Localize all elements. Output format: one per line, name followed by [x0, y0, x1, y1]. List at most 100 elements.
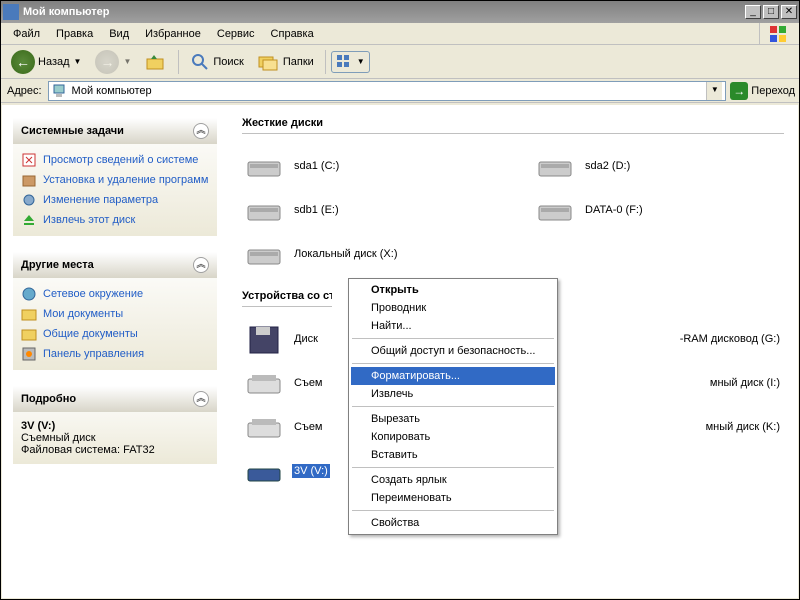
hdd-icon [535, 148, 575, 184]
hdd-icon [244, 148, 284, 184]
panel-header-tasks[interactable]: Системные задачи ︽ [13, 118, 217, 144]
hdd-icon [244, 192, 284, 228]
menu-edit[interactable]: Правка [48, 26, 101, 42]
ctx-sharing[interactable]: Общий доступ и безопасность... [351, 342, 555, 360]
task-system-info[interactable]: Просмотр сведений о системе [21, 150, 209, 170]
views-icon [336, 54, 352, 70]
chevron-down-icon[interactable]: ▼ [74, 57, 82, 66]
panel-other-places: Другие места ︽ Сетевое окружение Мои док… [12, 251, 218, 371]
search-icon [190, 52, 210, 72]
details-name: 3V (V:) [21, 420, 209, 432]
info-icon [21, 152, 37, 168]
panel-details: Подробно ︽ 3V (V:) Съемный диск Файловая… [12, 385, 218, 465]
removable-icon [244, 409, 284, 445]
folders-icon [258, 52, 280, 72]
setting-icon [21, 192, 37, 208]
menu-file[interactable]: Файл [5, 26, 48, 42]
folder-icon [21, 326, 37, 342]
menu-help[interactable]: Справка [263, 26, 322, 42]
folder-up-icon [145, 51, 167, 73]
ctx-cut[interactable]: Вырезать [351, 410, 555, 428]
place-control-panel[interactable]: Панель управления [21, 344, 209, 364]
address-input[interactable]: Мой компьютер ▼ [48, 81, 727, 101]
folders-button[interactable]: Папки [252, 48, 320, 76]
sidebar: Системные задачи ︽ Просмотр сведений о с… [2, 105, 228, 598]
drive-item[interactable]: мный диск (I:) [533, 363, 784, 403]
panel-header-other[interactable]: Другие места ︽ [13, 252, 217, 278]
ctx-find[interactable]: Найти... [351, 317, 555, 335]
removable-icon [244, 453, 284, 489]
panel-system-tasks: Системные задачи ︽ Просмотр сведений о с… [12, 117, 218, 237]
address-label: Адрес: [5, 85, 44, 97]
hdd-icon [535, 192, 575, 228]
details-fs: Файловая система: FAT32 [21, 444, 209, 456]
forward-button[interactable]: → ▼ [89, 46, 137, 78]
drive-item[interactable]: -RAM дисковод (G:) [533, 319, 784, 359]
search-button[interactable]: Поиск [184, 48, 249, 76]
section-hdd: Жесткие диски [242, 117, 784, 134]
floppy-icon [244, 321, 284, 357]
chevron-up-icon: ︽ [193, 257, 209, 273]
windows-logo-icon [759, 23, 795, 45]
ctx-open[interactable]: Открыть [351, 281, 555, 299]
content-area: Системные задачи ︽ Просмотр сведений о с… [2, 105, 798, 598]
addressbar: Адрес: Мой компьютер ▼ → Переход [1, 79, 799, 103]
computer-icon [3, 4, 19, 20]
folder-icon [21, 306, 37, 322]
close-button[interactable]: ✕ [781, 5, 797, 19]
menu-view[interactable]: Вид [101, 26, 137, 42]
context-menu: Открыть Проводник Найти... Общий доступ … [348, 278, 558, 535]
go-button[interactable]: → Переход [730, 82, 795, 100]
drive-item[interactable]: sda1 (C:) [242, 146, 493, 186]
back-arrow-icon: ← [11, 50, 35, 74]
drive-item[interactable]: Локальный диск (X:) [242, 234, 493, 274]
go-arrow-icon: → [730, 82, 748, 100]
menu-favorites[interactable]: Избранное [137, 26, 209, 42]
chevron-down-icon[interactable]: ▼ [123, 57, 131, 66]
ctx-explorer[interactable]: Проводник [351, 299, 555, 317]
chevron-down-icon: ▼ [357, 57, 365, 66]
toolbar: ← Назад ▼ → ▼ Поиск Папки ▼ [1, 45, 799, 79]
ctx-copy[interactable]: Копировать [351, 428, 555, 446]
ctx-paste[interactable]: Вставить [351, 446, 555, 464]
eject-icon [21, 212, 37, 228]
main-view[interactable]: Жесткие диски sda1 (C:) sda2 (D:) sdb1 (… [228, 105, 798, 598]
ctx-shortcut[interactable]: Создать ярлык [351, 471, 555, 489]
control-panel-icon [21, 346, 37, 362]
place-my-docs[interactable]: Мои документы [21, 304, 209, 324]
up-button[interactable] [139, 47, 173, 77]
details-type: Съемный диск [21, 432, 209, 444]
menu-tools[interactable]: Сервис [209, 26, 263, 42]
drive-item[interactable]: sdb1 (E:) [242, 190, 493, 230]
hdd-icon [244, 236, 284, 272]
ctx-format[interactable]: Форматировать... [351, 367, 555, 385]
drive-item[interactable]: sda2 (D:) [533, 146, 784, 186]
task-add-remove[interactable]: Установка и удаление программ [21, 170, 209, 190]
ctx-properties[interactable]: Свойства [351, 514, 555, 532]
place-shared-docs[interactable]: Общие документы [21, 324, 209, 344]
task-change-setting[interactable]: Изменение параметра [21, 190, 209, 210]
address-dropdown[interactable]: ▼ [706, 82, 722, 100]
window-title: Мой компьютер [23, 6, 745, 18]
panel-header-details[interactable]: Подробно ︽ [13, 386, 217, 412]
minimize-button[interactable]: _ [745, 5, 761, 19]
chevron-up-icon: ︽ [193, 123, 209, 139]
menubar: Файл Правка Вид Избранное Сервис Справка [1, 23, 799, 45]
computer-icon [52, 83, 68, 99]
chevron-up-icon: ︽ [193, 391, 209, 407]
views-button[interactable]: ▼ [331, 51, 370, 73]
ctx-eject[interactable]: Извлечь [351, 385, 555, 403]
ctx-rename[interactable]: Переименовать [351, 489, 555, 507]
explorer-window: Мой компьютер _ □ ✕ Файл Правка Вид Избр… [0, 0, 800, 600]
back-button[interactable]: ← Назад ▼ [5, 46, 87, 78]
section-removable: Устройства со съемными носителями [242, 290, 332, 307]
network-icon [21, 286, 37, 302]
maximize-button[interactable]: □ [763, 5, 779, 19]
drive-item[interactable]: DATA-0 (F:) [533, 190, 784, 230]
forward-arrow-icon: → [95, 50, 119, 74]
drive-item[interactable]: мный диск (K:) [533, 407, 784, 447]
place-network[interactable]: Сетевое окружение [21, 284, 209, 304]
task-eject-disk[interactable]: Извлечь этот диск [21, 210, 209, 230]
titlebar[interactable]: Мой компьютер _ □ ✕ [1, 1, 799, 23]
removable-icon [244, 365, 284, 401]
